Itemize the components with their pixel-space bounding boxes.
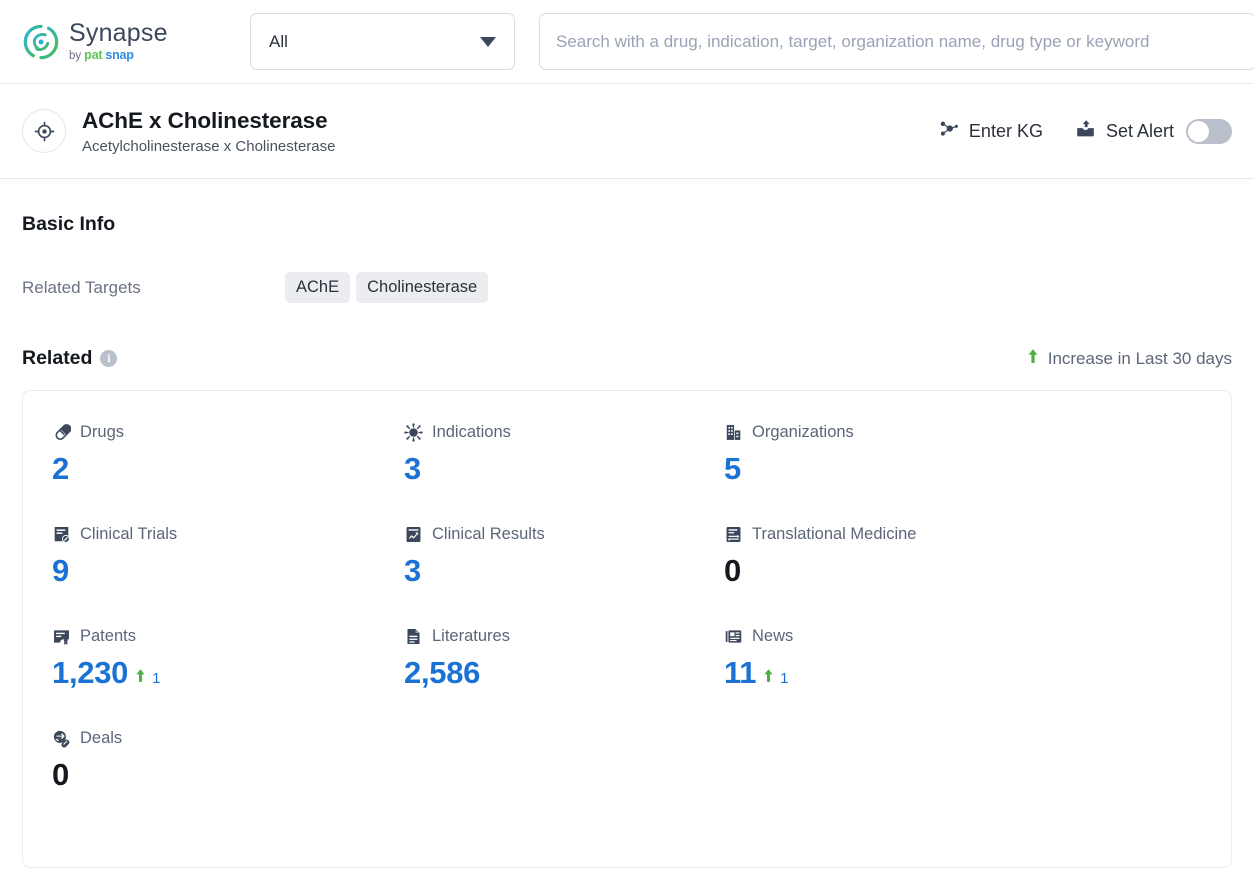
related-section-header: Related i Increase in Last 30 days [22, 347, 1232, 370]
stat-delta: 1 [763, 668, 789, 688]
alert-envelope-icon [1075, 118, 1096, 144]
enter-kg-button[interactable]: Enter KG [938, 118, 1043, 144]
related-stats-card: Drugs 2 Indications 3 Organizations 5 Cl… [22, 390, 1232, 868]
search-input[interactable] [556, 31, 1239, 52]
news-paper-icon [724, 627, 743, 646]
stat-label: Clinical Results [432, 525, 545, 543]
target-tag[interactable]: Cholinesterase [356, 272, 489, 303]
synapse-swirl-logo-icon [22, 23, 60, 61]
patent-certificate-icon [52, 627, 71, 646]
entity-title-group: AChE x Cholinesterase Acetylcholinestera… [82, 108, 938, 155]
stat-patents[interactable]: Patents 1,230 1 [52, 627, 404, 729]
stat-label: Translational Medicine [752, 525, 917, 543]
increase-legend-label: Increase in Last 30 days [1047, 348, 1232, 368]
stat-clinical-results[interactable]: Clinical Results 3 [404, 525, 724, 627]
brand-snap: snap [105, 47, 134, 62]
page-title: AChE x Cholinesterase [82, 107, 328, 133]
stat-label: Clinical Trials [80, 525, 178, 543]
stat-value: 1,230 [52, 655, 129, 690]
stat-value: 9 [52, 553, 69, 588]
stat-value: 11 [724, 655, 757, 690]
clinical-results-chart-icon [404, 525, 423, 544]
set-alert-control[interactable]: Set Alert [1075, 118, 1232, 144]
search-scope-value: All [269, 31, 288, 51]
stat-translational-medicine[interactable]: Translational Medicine 0 [724, 525, 1231, 627]
stat-indications[interactable]: Indications 3 [404, 423, 724, 525]
stat-clinical-trials[interactable]: Clinical Trials 9 [52, 525, 404, 627]
stat-deals[interactable]: Deals 0 [52, 729, 404, 831]
set-alert-toggle[interactable] [1186, 118, 1232, 144]
target-crosshair-icon [22, 109, 66, 153]
brand-by: by [69, 49, 82, 62]
info-icon[interactable]: i [100, 350, 118, 367]
entity-actions: Enter KG Set Alert [938, 118, 1232, 144]
entity-header: AChE x Cholinesterase Acetylcholinestera… [0, 84, 1254, 179]
literature-document-icon [404, 627, 423, 646]
top-search-bar: Synapse by pat snap All [0, 0, 1254, 84]
stat-value: 3 [404, 451, 421, 486]
stat-label: Drugs [80, 423, 125, 441]
page-subtitle: Acetylcholinesterase x Cholinesterase [82, 137, 336, 155]
chevron-down-icon [480, 36, 496, 47]
related-targets-tags: AChE Cholinesterase [285, 272, 489, 303]
stat-literatures[interactable]: Literatures 2,586 [404, 627, 724, 729]
stat-value: 3 [404, 553, 421, 588]
building-icon [724, 423, 743, 442]
increase-legend: Increase in Last 30 days [1027, 348, 1232, 369]
stat-label: Literatures [432, 627, 510, 645]
stat-value: 0 [52, 757, 69, 792]
knowledge-graph-icon [938, 118, 959, 144]
stat-value: 5 [724, 451, 741, 486]
stat-label: Patents [80, 627, 136, 645]
brand-logo[interactable]: Synapse by pat snap [22, 18, 226, 63]
arrow-up-icon [135, 668, 146, 688]
stat-label: Deals [80, 729, 123, 747]
translational-medicine-icon [724, 525, 743, 544]
set-alert-label: Set Alert [1105, 120, 1174, 141]
brand-name: Synapse [69, 18, 168, 47]
clinical-trial-document-icon [52, 525, 71, 544]
brand-pat: pat [84, 47, 103, 62]
stat-delta-value: 1 [780, 670, 789, 687]
pill-capsule-icon [52, 423, 72, 442]
deals-exchange-icon [52, 729, 71, 748]
stat-delta-value: 1 [152, 670, 161, 687]
stat-value: 2 [52, 451, 69, 486]
stat-value: 2,586 [404, 655, 481, 690]
arrow-up-icon [763, 668, 774, 688]
toggle-knob [1188, 120, 1209, 142]
stat-organizations[interactable]: Organizations 5 [724, 423, 1231, 525]
search-input-wrapper[interactable] [539, 13, 1254, 70]
related-heading: Related [22, 347, 93, 369]
stat-news[interactable]: News 11 1 [724, 627, 1231, 729]
search-scope-dropdown[interactable]: All [250, 13, 515, 70]
page-content: Basic Info Related Targets AChE Cholines… [0, 213, 1254, 868]
stat-drugs[interactable]: Drugs 2 [52, 423, 404, 525]
enter-kg-label: Enter KG [968, 120, 1043, 141]
stat-label: Indications [432, 423, 511, 441]
stat-label: News [752, 627, 794, 645]
related-targets-label: Related Targets [22, 277, 141, 297]
target-tag[interactable]: AChE [285, 272, 351, 303]
stat-label: Organizations [752, 423, 854, 441]
basic-info-heading: Basic Info [22, 213, 116, 235]
arrow-up-icon [1027, 348, 1039, 369]
related-targets-row: Related Targets AChE Cholinesterase [22, 272, 1232, 303]
stat-delta: 1 [135, 668, 160, 688]
stat-value: 0 [724, 553, 741, 588]
related-stats-grid: Drugs 2 Indications 3 Organizations 5 Cl… [23, 423, 1231, 831]
virus-icon [404, 423, 423, 442]
